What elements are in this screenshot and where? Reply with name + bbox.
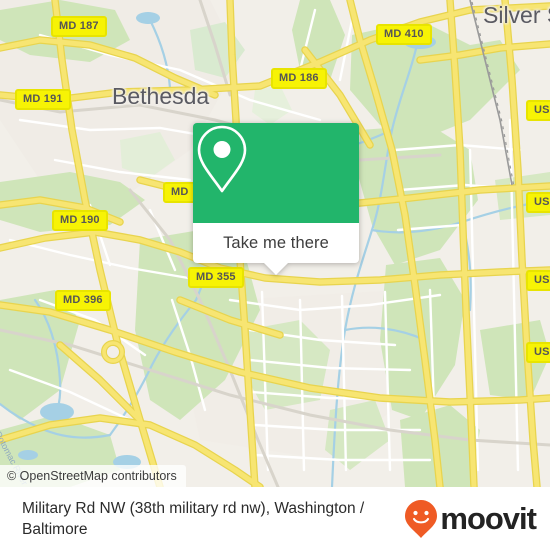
- popup-footer[interactable]: Take me there: [193, 223, 359, 275]
- location-title: Military Rd NW (38th military rd nw), Wa…: [22, 499, 365, 538]
- road-shield-md-410[interactable]: MD 410: [376, 24, 432, 45]
- road-shield-md-355[interactable]: MD 355: [188, 267, 244, 288]
- footer-bar: Military Rd NW (38th military rd nw), Wa…: [0, 487, 550, 550]
- road-shield-us-4[interactable]: US: [526, 342, 550, 363]
- location-pin-icon: [197, 125, 247, 193]
- moovit-logo[interactable]: moovit: [404, 499, 537, 539]
- location-callout-popup[interactable]: Take me there: [193, 123, 359, 275]
- place-label-bethesda: Bethesda: [112, 83, 210, 109]
- moovit-wordmark: moovit: [440, 501, 537, 536]
- place-label-silver-spring: Silver S: [483, 2, 550, 28]
- moovit-pin-icon: [405, 499, 438, 538]
- road-shield-md-396[interactable]: MD 396: [55, 290, 111, 311]
- road-shield-md-partial[interactable]: MD: [163, 182, 197, 203]
- map-screenshot-page: Bethesda Silver S Potomac River MD 187 M…: [0, 0, 550, 550]
- take-me-there-label: Take me there: [223, 233, 329, 252]
- road-shield-md-187[interactable]: MD 187: [51, 16, 107, 37]
- map-canvas[interactable]: Bethesda Silver S Potomac River MD 187 M…: [0, 0, 550, 487]
- road-shield-md-191[interactable]: MD 191: [15, 89, 71, 110]
- road-shield-us-3[interactable]: US: [526, 270, 550, 291]
- popup-header: [193, 123, 359, 223]
- osm-attribution[interactable]: © OpenStreetMap contributors: [0, 465, 186, 487]
- road-shield-md-186[interactable]: MD 186: [271, 68, 327, 89]
- road-shield-md-190[interactable]: MD 190: [52, 210, 108, 231]
- road-shield-us-1[interactable]: US: [526, 100, 550, 121]
- popup-tail-pointer: [264, 263, 288, 275]
- road-shield-us-2[interactable]: US: [526, 192, 550, 213]
